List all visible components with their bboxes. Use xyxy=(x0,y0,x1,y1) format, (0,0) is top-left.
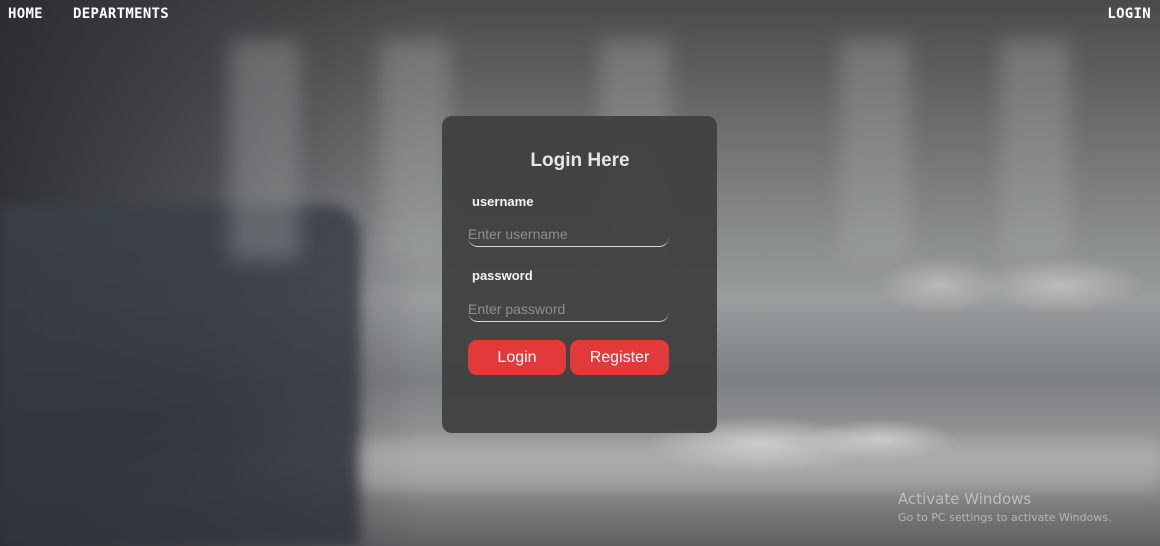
password-label: password xyxy=(472,268,533,283)
top-navbar: HOME DEPARTMENTS LOGIN xyxy=(0,0,1160,30)
register-button[interactable]: Register xyxy=(570,340,669,375)
activate-windows-title: Activate Windows xyxy=(898,490,1032,508)
activate-windows-subtitle: Go to PC settings to activate Windows. xyxy=(898,511,1112,524)
nav-login-link[interactable]: LOGIN xyxy=(1107,6,1151,22)
background-monitor xyxy=(0,205,360,546)
background-table xyxy=(360,440,1160,490)
nav-departments-link[interactable]: DEPARTMENTS xyxy=(73,6,169,22)
username-input[interactable] xyxy=(468,221,669,247)
login-title: Login Here xyxy=(530,150,630,171)
nav-home-link[interactable]: HOME xyxy=(8,6,43,22)
username-label: username xyxy=(472,194,534,209)
login-button[interactable]: Login xyxy=(468,340,566,375)
password-input[interactable] xyxy=(468,296,669,322)
